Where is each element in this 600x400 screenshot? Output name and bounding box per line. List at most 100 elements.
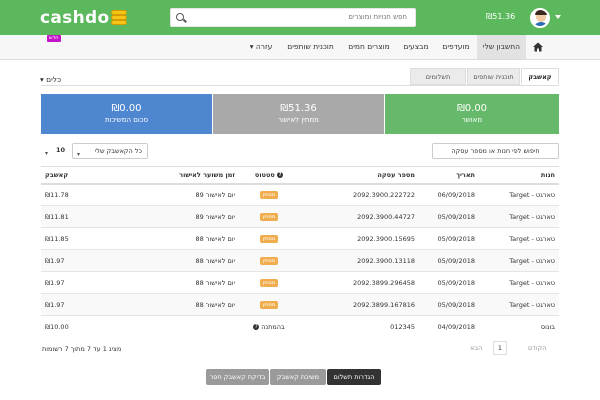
avatar[interactable] [530, 8, 550, 28]
approved-box: ₪0.00 מאושר [385, 94, 559, 134]
cell-cashback: ₪1.97 [41, 249, 119, 272]
cell-time: 88 יום לאישור [119, 293, 239, 316]
nav-item-favorites[interactable]: מועדפים [436, 35, 476, 59]
tab-cashback[interactable]: קאשבק [521, 68, 559, 85]
cell-store: בונוס [479, 315, 559, 338]
cell-transaction: 2092.3900.44727 [299, 205, 419, 228]
cell-cashback: ₪11.78 [41, 183, 119, 206]
cell-status: ? בהמתנה [239, 315, 299, 338]
search-input[interactable]: חפש חנויות ומוצרים [170, 8, 416, 27]
status-badge: ממתין [259, 191, 279, 200]
cell-time [119, 315, 239, 338]
table-row: ₪1.97 88 יום לאישור ממתין 2092.3899.2964… [41, 271, 559, 294]
cell-cashback: ₪11.85 [41, 227, 119, 250]
cell-transaction: 2092.3900.222722 [299, 183, 419, 206]
cell-status: ממתין [239, 227, 299, 250]
nav-item-deals[interactable]: מבצעים [397, 35, 435, 59]
pending-box: ₪51.36 ממתין לאישור [213, 94, 384, 134]
nav-item-hot-products[interactable]: מוצרים חמים [342, 35, 396, 59]
filter-select[interactable]: ▾ כל הקאשבק שלי [72, 143, 148, 159]
withdrawals-amount: ₪0.00 [111, 103, 142, 114]
cell-transaction: 2092.3899.167816 [299, 293, 419, 316]
cell-time: 88 יום לאישור [119, 249, 239, 272]
search-store-button[interactable]: חיפוש לפי חנות או מספר עסקה [432, 143, 559, 159]
logo-text: cashdo [40, 8, 110, 28]
page-number[interactable]: 1 [493, 341, 507, 355]
balance-amount[interactable]: ₪51.36 [486, 12, 515, 21]
cell-store: Target - טארגט [479, 249, 559, 272]
status-badge: ממתין [259, 235, 279, 243]
approved-label: מאושר [461, 116, 483, 124]
status-badge: ממתין [259, 301, 279, 309]
new-badge: חדש [47, 35, 61, 42]
withdrawals-label: סכום המשיכות [104, 116, 149, 124]
header-date[interactable]: תאריך [419, 166, 479, 185]
logo[interactable]: cashdo [40, 8, 128, 28]
prev-page-link[interactable]: הקודם [528, 341, 547, 355]
tab-payments[interactable]: תשלומים [410, 68, 466, 85]
missing-cashback-button[interactable]: בדיקת קאשבק חסר [206, 369, 269, 385]
cell-date: 05/09/2018 [419, 227, 479, 250]
pending-amount: ₪51.36 [280, 103, 317, 114]
categories-menu[interactable]: ▾ כלים [40, 75, 61, 84]
cell-cashback: ₪10.00 [41, 315, 119, 338]
cell-time: 89 יום לאישור [119, 183, 239, 206]
header-transaction[interactable]: מספר עסקה [299, 166, 419, 185]
cell-status: ממתין [239, 271, 299, 294]
header-status[interactable]: סטטוס ? [239, 166, 299, 185]
cell-store: Target - טארגט [479, 293, 559, 316]
cell-cashback: ₪1.97 [41, 293, 119, 316]
nav-item-affiliate[interactable]: תוכנית שותפים [280, 35, 341, 59]
chevron-down-icon[interactable] [555, 15, 561, 19]
table-row: ₪10.00 ? בהמתנה 012345 04/09/2018 בונוס [41, 315, 559, 338]
cell-transaction: 2092.3900.13118 [299, 249, 419, 272]
nav-item-help[interactable]: ▾ עזרה [243, 35, 279, 59]
status-badge: ממתין [259, 257, 279, 265]
cell-date: 05/09/2018 [419, 293, 479, 316]
cell-status: ממתין [239, 249, 299, 272]
table-row: ₪11.78 89 יום לאישור ממתין 2092.3900.222… [41, 183, 559, 206]
cell-transaction: 012345 [299, 315, 419, 338]
top-bar: cashdo חפש חנויות ומוצרים ₪51.36 [0, 0, 600, 35]
records-summary: מציג 1 עד 7 מתוך 7 רשומות [42, 345, 122, 353]
cell-time: 88 יום לאישור [119, 271, 239, 294]
cashback-table: קאשבק זמן משוער לאישור סטטוס ? מספר עסקה… [41, 166, 559, 338]
cell-date: 06/09/2018 [419, 183, 479, 206]
table-row: ₪11.81 89 יום לאישור ממתין 2092.3900.447… [41, 205, 559, 228]
table-header-row: קאשבק זמן משוער לאישור סטטוס ? מספר עסקה… [41, 166, 559, 185]
payment-settings-button[interactable]: הגדרות תשלום [327, 369, 381, 385]
table-row: ₪1.97 88 יום לאישור ממתין 2092.3899.1678… [41, 293, 559, 316]
status-badge: ממתין [259, 213, 279, 221]
search-placeholder: חפש חנויות ומוצרים [348, 13, 407, 21]
tab-affiliate[interactable]: תוכנית שותפים [467, 68, 520, 85]
pending-label: ממתין לאישור [278, 116, 319, 124]
header-cashback[interactable]: קאשבק [41, 166, 119, 185]
coins-icon [111, 10, 128, 26]
cell-cashback: ₪11.81 [41, 205, 119, 228]
cell-status: ממתין [239, 293, 299, 316]
info-icon[interactable]: ? [253, 323, 260, 330]
table-row: ₪1.97 88 יום לאישור ממתין 2092.3900.1311… [41, 249, 559, 272]
header-store[interactable]: חנות [479, 166, 559, 185]
next-page-link[interactable]: הבא [470, 341, 482, 355]
info-icon[interactable]: ? [277, 171, 284, 178]
cell-transaction: 2092.3900.15695 [299, 227, 419, 250]
page-size-select[interactable]: ▾ 10 [41, 143, 69, 159]
cell-store: Target - טארגט [479, 271, 559, 294]
withdrawals-box: ₪0.00 סכום המשיכות [41, 94, 212, 134]
nav-item-my-account[interactable]: החשבון שלי [477, 35, 526, 59]
home-icon[interactable] [533, 42, 543, 52]
chevron-down-icon: ▾ [77, 151, 81, 158]
cell-status: ממתין [239, 183, 299, 206]
status-badge: ממתין [259, 279, 279, 287]
cell-date: 05/09/2018 [419, 271, 479, 294]
withdraw-cashback-button[interactable]: משיכת קאשבק [270, 369, 326, 385]
search-icon[interactable] [176, 13, 184, 21]
cell-cashback: ₪1.97 [41, 271, 119, 294]
table-row: ₪11.85 88 יום לאישור ממתין 2092.3900.156… [41, 227, 559, 250]
cell-time: 89 יום לאישור [119, 205, 239, 228]
nav-bar: החשבון שלי מועדפים מבצעים מוצרים חמים תו… [0, 35, 600, 84]
cell-status: ממתין [239, 205, 299, 228]
approved-amount: ₪0.00 [456, 103, 488, 114]
header-estimated-time[interactable]: זמן משוער לאישור [119, 166, 239, 185]
